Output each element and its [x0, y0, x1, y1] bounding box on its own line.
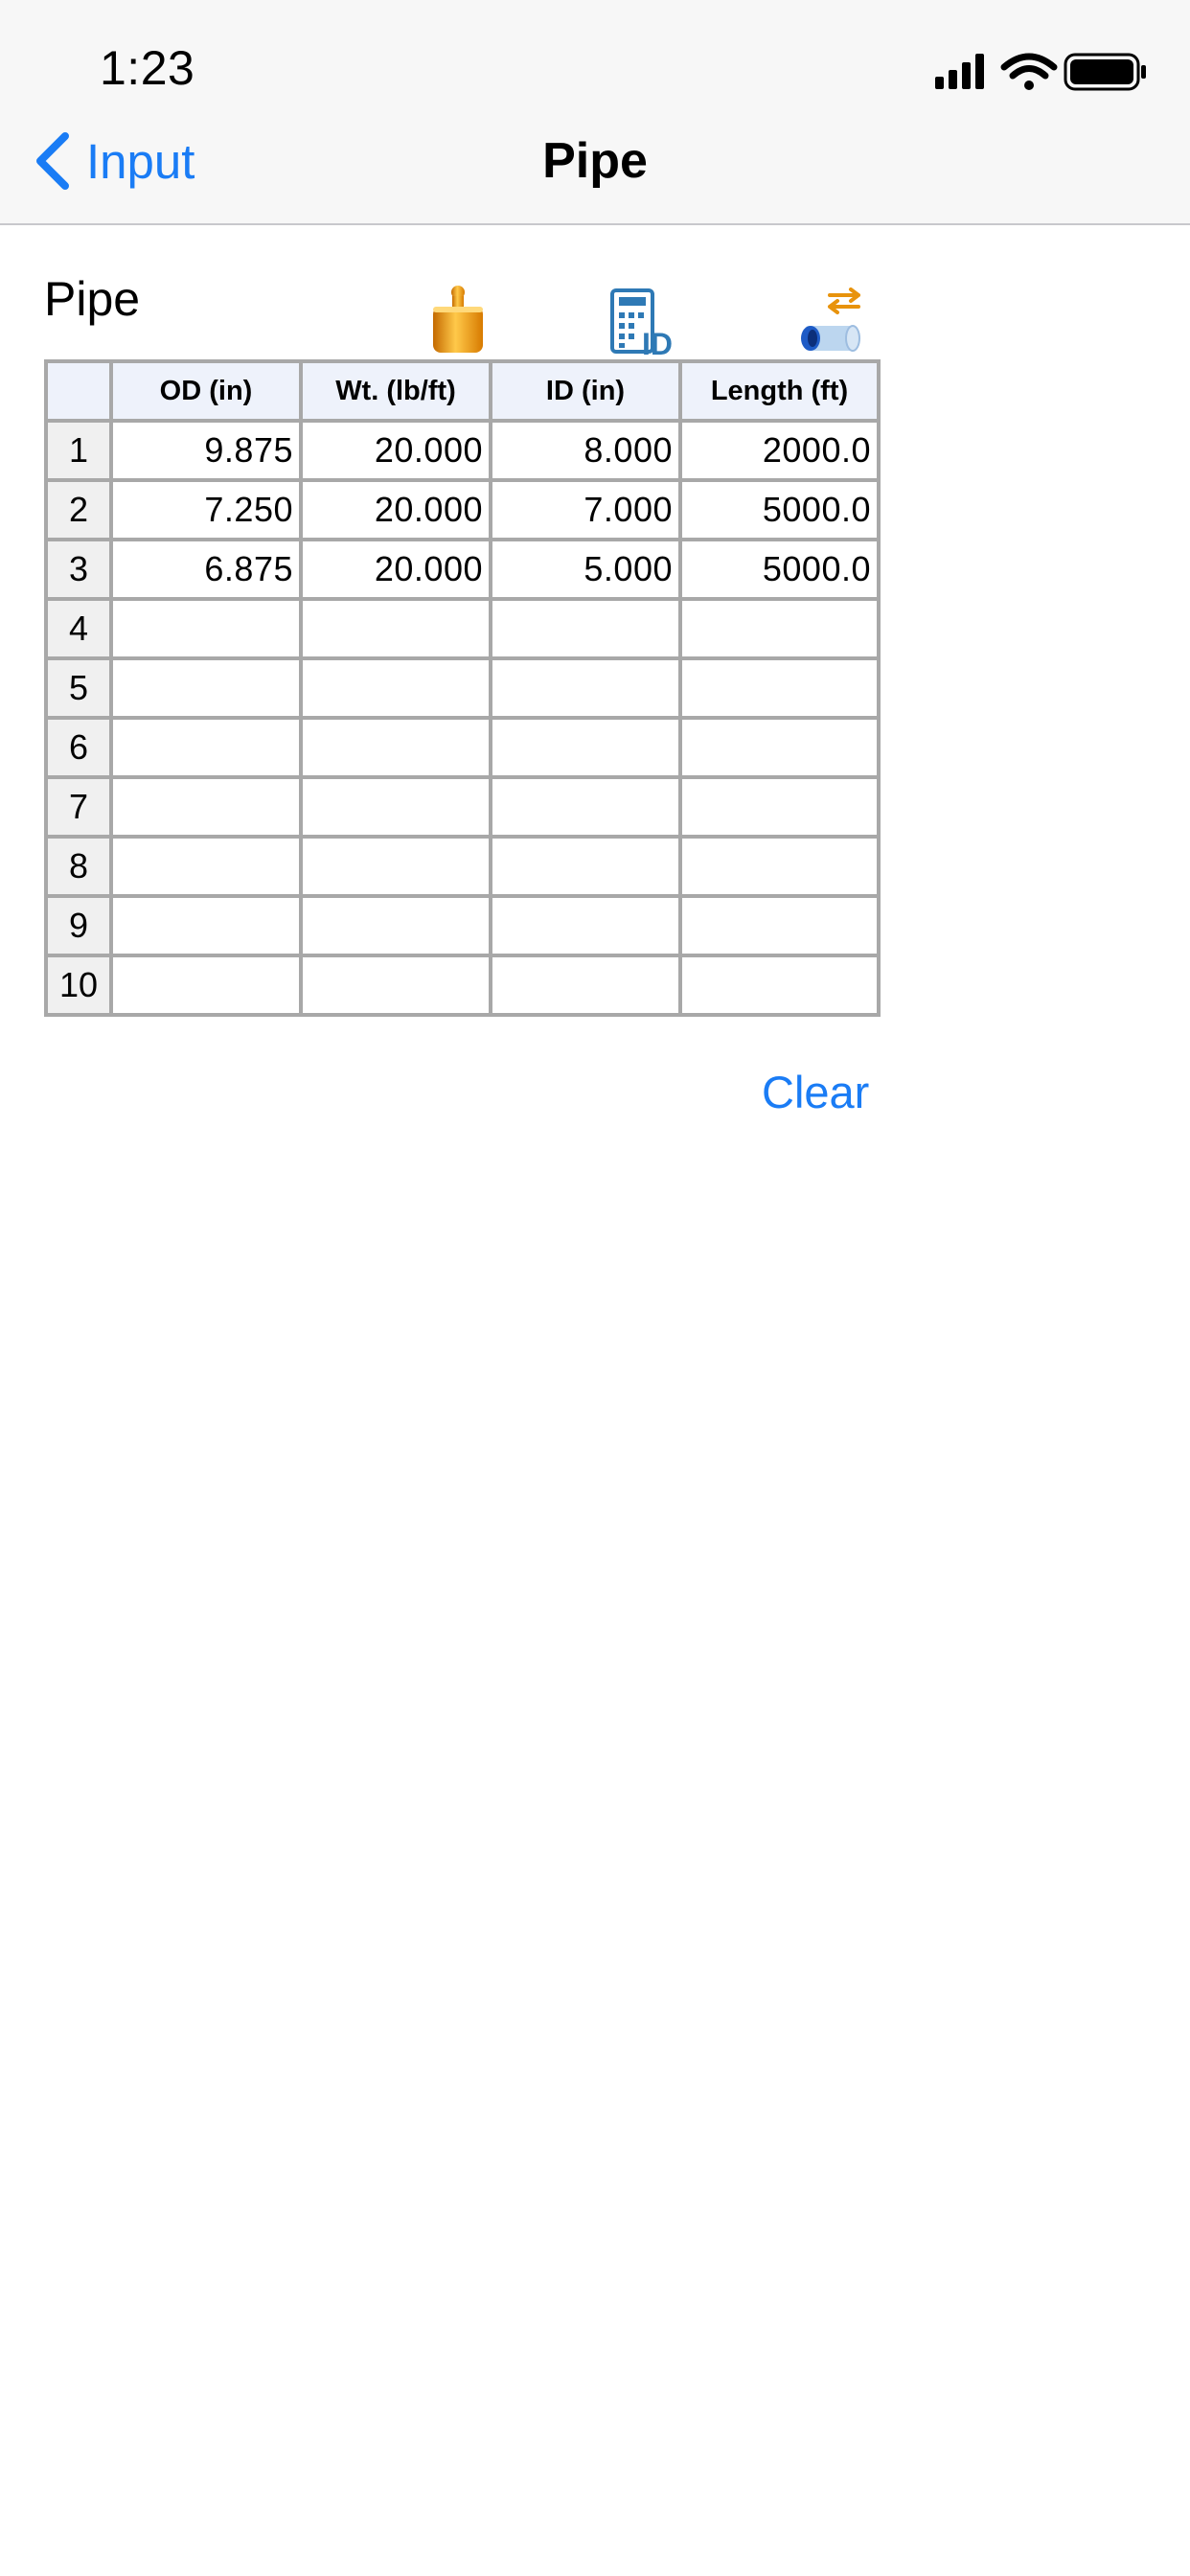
- row-number: 4: [44, 597, 113, 660]
- od-cell[interactable]: [109, 597, 303, 660]
- id-cell[interactable]: [489, 954, 682, 1017]
- weight-cell[interactable]: [299, 835, 492, 898]
- table-row: 6: [44, 716, 881, 779]
- weight-cell[interactable]: [299, 716, 492, 779]
- wifi-icon: [1000, 53, 1058, 90]
- status-time: 1:23: [100, 41, 195, 95]
- section-title: Pipe: [44, 272, 141, 326]
- id-calculator-icon[interactable]: ID: [609, 288, 678, 356]
- id-cell[interactable]: [489, 716, 682, 779]
- table-row: 8: [44, 835, 881, 898]
- row-number: 8: [44, 835, 113, 898]
- row-number: 6: [44, 716, 113, 779]
- table-row: 9: [44, 894, 881, 957]
- row-number: 7: [44, 775, 113, 839]
- cellular-signal-icon: [935, 54, 984, 89]
- header-corner: [44, 359, 113, 423]
- table-row: 3 6.875 20.000 5.000 5000.0: [44, 538, 881, 601]
- length-cell[interactable]: [678, 894, 881, 957]
- length-cell[interactable]: [678, 775, 881, 839]
- weight-icon[interactable]: [429, 284, 487, 355]
- length-cell[interactable]: 5000.0: [678, 478, 881, 541]
- od-cell[interactable]: [109, 954, 303, 1017]
- id-cell[interactable]: [489, 597, 682, 660]
- header-length: Length (ft): [678, 359, 881, 423]
- row-number: 9: [44, 894, 113, 957]
- od-cell[interactable]: [109, 835, 303, 898]
- weight-cell[interactable]: [299, 597, 492, 660]
- header-od: OD (in): [109, 359, 303, 423]
- svg-text:ID: ID: [642, 327, 673, 356]
- id-cell[interactable]: [489, 775, 682, 839]
- row-number: 2: [44, 478, 113, 541]
- length-cell[interactable]: 5000.0: [678, 538, 881, 601]
- id-cell[interactable]: [489, 894, 682, 957]
- row-number: 1: [44, 419, 113, 482]
- id-cell[interactable]: 8.000: [489, 419, 682, 482]
- weight-cell[interactable]: 20.000: [299, 419, 492, 482]
- length-cell[interactable]: [678, 835, 881, 898]
- status-icons: [935, 53, 1146, 91]
- table-row: 7: [44, 775, 881, 839]
- battery-icon: [1064, 53, 1146, 91]
- table-row: 5: [44, 656, 881, 720]
- weight-cell[interactable]: 20.000: [299, 538, 492, 601]
- table-row: 4: [44, 597, 881, 660]
- header-id: ID (in): [489, 359, 682, 423]
- od-cell[interactable]: [109, 894, 303, 957]
- weight-cell[interactable]: [299, 894, 492, 957]
- navigation-bar: 1:23 Input Pipe: [0, 0, 1190, 225]
- row-number: 10: [44, 954, 113, 1017]
- pipe-swap-icon[interactable]: [797, 288, 864, 355]
- table-row: 1 9.875 20.000 8.000 2000.0: [44, 419, 881, 482]
- length-cell[interactable]: [678, 656, 881, 720]
- row-number: 5: [44, 656, 113, 720]
- weight-cell[interactable]: [299, 954, 492, 1017]
- id-cell[interactable]: 7.000: [489, 478, 682, 541]
- weight-cell[interactable]: [299, 656, 492, 720]
- length-cell[interactable]: 2000.0: [678, 419, 881, 482]
- od-cell[interactable]: [109, 716, 303, 779]
- od-cell[interactable]: 7.250: [109, 478, 303, 541]
- od-cell[interactable]: [109, 775, 303, 839]
- od-cell[interactable]: [109, 656, 303, 720]
- table-header-row: OD (in) Wt. (lb/ft) ID (in) Length (ft): [44, 359, 881, 423]
- header-weight: Wt. (lb/ft): [299, 359, 492, 423]
- id-cell[interactable]: [489, 656, 682, 720]
- id-cell[interactable]: 5.000: [489, 538, 682, 601]
- id-cell[interactable]: [489, 835, 682, 898]
- pipe-table: OD (in) Wt. (lb/ft) ID (in) Length (ft) …: [44, 359, 881, 1017]
- row-number: 3: [44, 538, 113, 601]
- weight-cell[interactable]: [299, 775, 492, 839]
- length-cell[interactable]: [678, 716, 881, 779]
- weight-cell[interactable]: 20.000: [299, 478, 492, 541]
- table-row: 10: [44, 954, 881, 1017]
- od-cell[interactable]: 6.875: [109, 538, 303, 601]
- clear-button[interactable]: Clear: [762, 1066, 869, 1118]
- length-cell[interactable]: [678, 954, 881, 1017]
- od-cell[interactable]: 9.875: [109, 419, 303, 482]
- table-row: 2 7.250 20.000 7.000 5000.0: [44, 478, 881, 541]
- page-title: Pipe: [542, 133, 648, 189]
- length-cell[interactable]: [678, 597, 881, 660]
